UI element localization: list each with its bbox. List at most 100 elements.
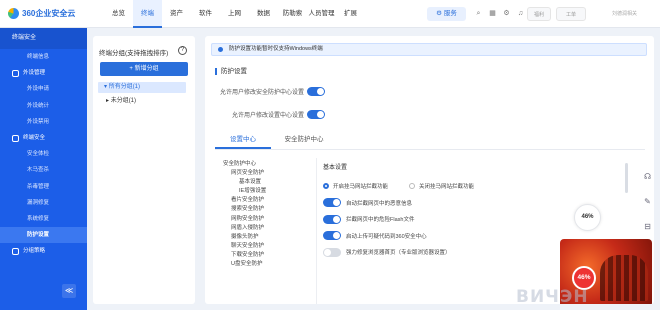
nav-item-5[interactable]: 数据 <box>249 0 278 28</box>
gear-icon[interactable]: ⚙ <box>502 9 511 18</box>
add-group-button[interactable]: + 新增分组 <box>100 62 188 76</box>
setting-label: 启动上传可疑代码到360安全中心 <box>346 233 427 240</box>
setting-label: 强力修复浏览器首页（专业版浏览器设置） <box>346 250 451 257</box>
top-bar: 360企业安全云 总览 终端 资产 软件 上网 数据 防勒索 人员管理 扩展 ⚙ 服务 ⌕ ▦ … <box>0 0 660 28</box>
radio-button[interactable] <box>323 183 329 190</box>
setting-toggle-0[interactable] <box>323 198 341 208</box>
sidebar-item-5[interactable]: 终端安全 <box>0 130 87 146</box>
setting-label: 拦截网页中的危险Flash文件 <box>346 217 415 224</box>
edit-icon[interactable]: ✎ <box>641 195 654 208</box>
main-panel: 防护设置功能暂时仅支持Windows终端 防护设置 允许用户修改安全防护中心设置… <box>205 36 654 304</box>
subtree-item-8[interactable]: 摄像头防护 <box>223 233 313 242</box>
sidebar-item-0[interactable]: 终端信息 <box>0 49 87 65</box>
setting-toggle-3[interactable] <box>323 247 341 257</box>
sidebar-item-1[interactable]: 外设管理 <box>0 65 87 81</box>
welfare-badge[interactable]: 福利 <box>527 7 551 21</box>
switch-label: 允许用户修改安全防护中心设置 <box>219 90 304 96</box>
nav-item-6[interactable]: 防勒索 <box>278 0 307 28</box>
sidebar-item-12[interactable]: 分组策略 <box>0 243 87 259</box>
divider <box>316 158 317 304</box>
sidebar-item-8[interactable]: 杀毒管理 <box>0 179 87 195</box>
service-button[interactable]: ⚙ 服务 <box>427 7 466 21</box>
sidebar-title: 终端安全 <box>0 28 87 49</box>
menu-group-icon <box>12 247 19 255</box>
logo-text: 360企业安全云 <box>22 9 76 18</box>
subtree-item-2[interactable]: 基本设置 <box>223 178 313 187</box>
notice-text: 防护设置功能暂时仅支持Windows终端 <box>229 46 323 52</box>
tab-security-center[interactable]: 安全防护中心 <box>271 132 337 149</box>
sidebar-item-3[interactable]: 外设统计 <box>0 98 87 114</box>
radio-row: 开启挂马网站拦截功能 关闭挂马网站拦截功能 <box>323 178 623 195</box>
logo-icon <box>8 8 19 19</box>
nav-item-4[interactable]: 上网 <box>220 0 249 28</box>
subtree-item-6[interactable]: 网购安全防护 <box>223 215 313 224</box>
nav-item-8[interactable]: 扩展 <box>336 0 365 28</box>
sidebar-item-label: 分组策略 <box>23 248 46 255</box>
tree-node-all[interactable]: ▾ 所有分组(1) <box>98 82 186 93</box>
nav-item-1[interactable]: 终端 <box>133 0 162 28</box>
sidebar-item-label: 终端安全 <box>23 134 46 141</box>
logo[interactable]: 360企业安全云 <box>8 8 75 19</box>
tab-settings-center[interactable]: 设置中心 <box>215 132 271 149</box>
switch-toggle-protection[interactable] <box>307 87 325 96</box>
watermark: ВИЧЭН <box>516 287 589 307</box>
nav-item-2[interactable]: 资产 <box>162 0 191 28</box>
setting-toggle-2[interactable] <box>323 231 341 241</box>
switch-label: 允许用户修改设置中心设置 <box>231 113 304 119</box>
grid-icon[interactable]: ▦ <box>488 9 497 18</box>
promo-illustration <box>600 255 648 301</box>
radio-disable[interactable]: 关闭挂马网站拦截功能 <box>409 182 474 190</box>
search-icon[interactable]: ⌕ <box>474 9 483 18</box>
tree-node-ungrouped[interactable]: ▸ 未分组(1) <box>106 97 136 106</box>
bell-icon[interactable]: ♫ <box>516 9 525 18</box>
menu-group-icon <box>12 134 19 142</box>
subtree-item-7[interactable]: 网盾入侵防护 <box>223 224 313 233</box>
sidebar-item-2[interactable]: 外设申请 <box>0 81 87 97</box>
settings-title: 基本设置 <box>323 165 348 171</box>
sidebar-menu: 终端信息外设管理外设申请 外设统计 外设禁用终端安全安全体检 木马查杀 杀毒管理 漏洞修复… <box>0 49 87 259</box>
headset-icon[interactable]: ☊ <box>641 170 654 183</box>
subtree-item-3[interactable]: IE增强设置 <box>223 187 313 196</box>
sidebar-item-label: 外设管理 <box>23 70 46 77</box>
service-label: 服务 <box>443 10 457 17</box>
user-name[interactable]: 刘德润相关 <box>612 10 637 17</box>
radio-button[interactable] <box>409 183 416 190</box>
info-icon <box>218 47 223 52</box>
settings-subtree: 安全防护中心 网页安全防护 基本设置 IE增强设置 看片安全防护 搜索安全防护 网购安全防护… <box>223 160 313 269</box>
scrollbar[interactable] <box>625 163 628 193</box>
toolbar-icons: ⌕ ▦ ⚙ ♫ <box>474 9 525 18</box>
radio-enable[interactable]: 开启挂马网站拦截功能 <box>323 182 388 190</box>
sidebar-item-7[interactable]: 木马查杀 <box>0 162 87 178</box>
collapse-icon[interactable]: ⊟ <box>641 220 654 233</box>
subtree-item-5[interactable]: 搜索安全防护 <box>223 205 313 214</box>
sidebar-collapse-button[interactable]: ≪ <box>62 284 76 298</box>
switch-row-settings: 允许用户修改设置中心设置 <box>207 110 325 119</box>
switch-toggle-settings[interactable] <box>307 110 325 119</box>
ticket-badge[interactable]: 工单 <box>556 7 586 21</box>
sidebar-item-11[interactable]: 防护设置 <box>0 227 87 244</box>
subtree-item-4[interactable]: 看片安全防护 <box>223 196 313 205</box>
subtree-item-11[interactable]: U盘安全防护 <box>223 260 313 269</box>
section-title: 防护设置 <box>215 68 247 75</box>
subtree-item-9[interactable]: 聊天安全防护 <box>223 242 313 251</box>
sidebar-item-6[interactable]: 安全体检 <box>0 146 87 162</box>
right-rail: ☊ ✎ ⊟ <box>641 170 656 245</box>
switch-row-protection: 允许用户修改安全防护中心设置 <box>207 87 325 96</box>
sidebar-item-4[interactable]: 外设禁用 <box>0 114 87 130</box>
setting-toggle-1[interactable] <box>323 214 341 224</box>
speed-widget[interactable]: 46% <box>574 204 601 231</box>
sidebar: 终端安全 终端信息 外设管理 外设申请 外设统计 外设禁用 终端安全 安全体检 木马查杀 杀毒管… <box>0 28 87 310</box>
nav-item-0[interactable]: 总览 <box>104 0 133 28</box>
tab-bar: 设置中心 安全防护中心 <box>215 132 645 150</box>
sidebar-item-9[interactable]: 漏洞修复 <box>0 195 87 211</box>
subtree-item-1[interactable]: 网页安全防护 <box>223 169 313 178</box>
nav-item-3[interactable]: 软件 <box>191 0 220 28</box>
top-nav: 总览 终端 资产 软件 上网 数据 防勒索 人员管理 扩展 <box>104 0 365 28</box>
nav-item-7[interactable]: 人员管理 <box>307 0 336 28</box>
menu-group-icon <box>12 69 19 77</box>
sidebar-item-10[interactable]: 系统修复 <box>0 211 87 227</box>
help-icon[interactable]: ? <box>178 46 187 55</box>
subtree-item-0[interactable]: 安全防护中心 <box>223 160 313 169</box>
group-tree-panel: 终端分组(支持拖拽排序) ? + 新增分组 ▾ 所有分组(1) ▸ 未分组(1) <box>93 36 195 304</box>
subtree-item-10[interactable]: 下载安全防护 <box>223 251 313 260</box>
